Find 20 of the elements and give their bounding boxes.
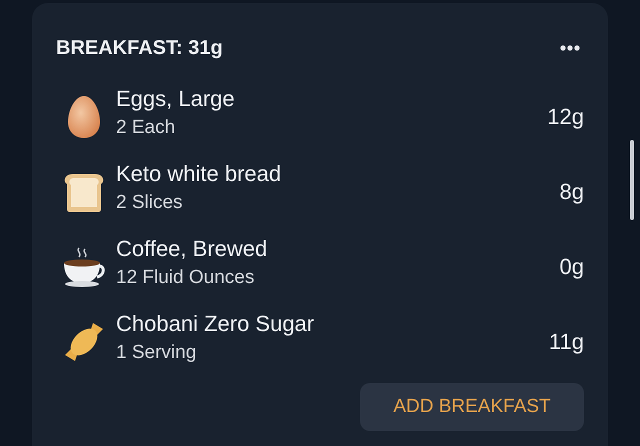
food-value: 12g — [547, 103, 584, 131]
coffee-cup-icon — [61, 246, 107, 288]
food-value: 0g — [560, 253, 584, 281]
food-amount: 1 Serving — [116, 340, 198, 364]
add-breakfast-button[interactable]: ADD BREAKFAST — [360, 383, 584, 431]
food-name: Keto white bread — [116, 160, 282, 188]
bread-icon — [63, 172, 105, 212]
food-name: Eggs, Large — [116, 84, 236, 113]
food-amount: 2 Slices — [116, 190, 184, 214]
meal-title: BREAKFAST: 31g — [56, 36, 223, 61]
scrollbar[interactable] — [630, 140, 634, 220]
egg-icon — [67, 94, 101, 138]
more-icon[interactable] — [560, 45, 580, 51]
food-amount: 12 Fluid Ounces — [116, 266, 256, 290]
food-amount: 2 Each — [116, 116, 176, 140]
food-name: Chobani Zero Sugar — [116, 310, 316, 338]
food-value: 8g — [560, 178, 584, 206]
candy-icon — [63, 320, 105, 362]
food-value: 11g — [548, 328, 584, 356]
food-name: Coffee, Brewed — [116, 234, 268, 262]
